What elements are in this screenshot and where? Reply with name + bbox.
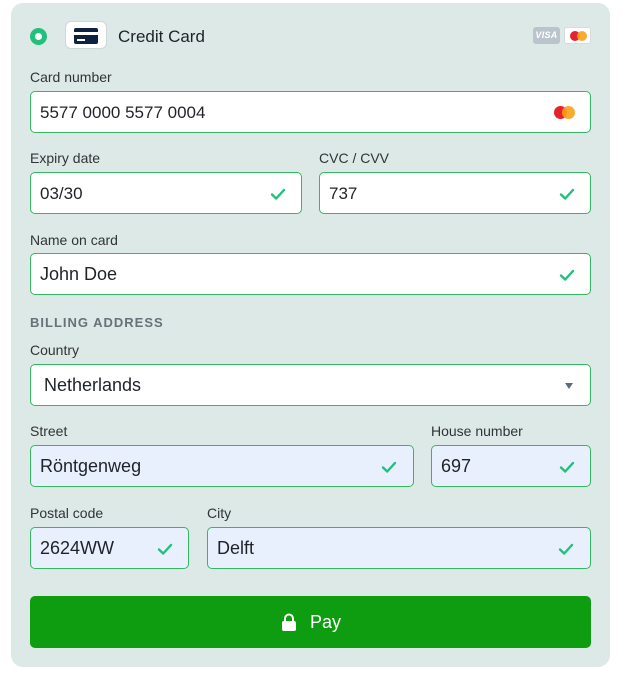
- city-value: Delft: [217, 538, 255, 558]
- credit-card-icon: [65, 21, 107, 49]
- card-number-field[interactable]: 5577 0000 5577 0004: [30, 91, 591, 133]
- street-label: Street: [30, 423, 68, 439]
- mastercard-logo-icon: [564, 27, 591, 44]
- name-on-card-label: Name on card: [30, 232, 118, 248]
- name-on-card-value: John Doe: [40, 264, 118, 284]
- house-number-label: House number: [431, 423, 523, 439]
- country-value: Netherlands: [44, 375, 142, 395]
- checkmark-icon: [559, 188, 575, 200]
- checkmark-icon: [559, 461, 575, 473]
- expiry-date-value: 03/30: [40, 184, 83, 203]
- cvc-field[interactable]: 737: [319, 172, 591, 214]
- street-value: Röntgenweg: [40, 456, 142, 476]
- country-select[interactable]: Netherlands: [30, 364, 591, 406]
- city-field[interactable]: Delft: [207, 527, 591, 569]
- cvc-value: 737: [329, 184, 358, 203]
- cvc-label: CVC / CVV: [319, 150, 390, 166]
- payment-method-radio[interactable]: [30, 28, 47, 45]
- lock-icon: [282, 613, 296, 631]
- expiry-date-label: Expiry date: [30, 150, 101, 166]
- payment-method-header[interactable]: Credit Card VISA: [11, 3, 610, 67]
- country-label: Country: [30, 342, 80, 358]
- street-field[interactable]: Röntgenweg: [30, 445, 414, 487]
- checkmark-icon: [559, 269, 575, 281]
- postal-code-field[interactable]: 2624WW: [30, 527, 189, 569]
- pay-button-label: Pay: [310, 612, 342, 632]
- mastercard-icon: [554, 106, 575, 119]
- expiry-date-field[interactable]: 03/30: [30, 172, 302, 214]
- postal-code-value: 2624WW: [40, 538, 115, 558]
- payment-method-panel: Credit Card VISA Card number 5577 0000 5…: [11, 3, 610, 667]
- card-number-label: Card number: [30, 69, 112, 85]
- pay-button[interactable]: Pay: [30, 596, 591, 648]
- postal-code-label: Postal code: [30, 505, 104, 521]
- checkmark-icon: [558, 543, 574, 555]
- billing-address-heading: BILLING ADDRESS: [30, 315, 164, 330]
- card-number-value: 5577 0000 5577 0004: [40, 103, 206, 122]
- visa-logo-icon: VISA: [533, 27, 560, 44]
- checkmark-icon: [157, 543, 173, 555]
- payment-method-label: Credit Card: [118, 27, 205, 46]
- chevron-down-icon: [565, 383, 573, 389]
- house-number-value: 697: [441, 456, 472, 476]
- checkmark-icon: [270, 188, 286, 200]
- house-number-field[interactable]: 697: [431, 445, 591, 487]
- name-on-card-field[interactable]: John Doe: [30, 253, 591, 295]
- city-label: City: [207, 505, 232, 521]
- checkmark-icon: [381, 461, 397, 473]
